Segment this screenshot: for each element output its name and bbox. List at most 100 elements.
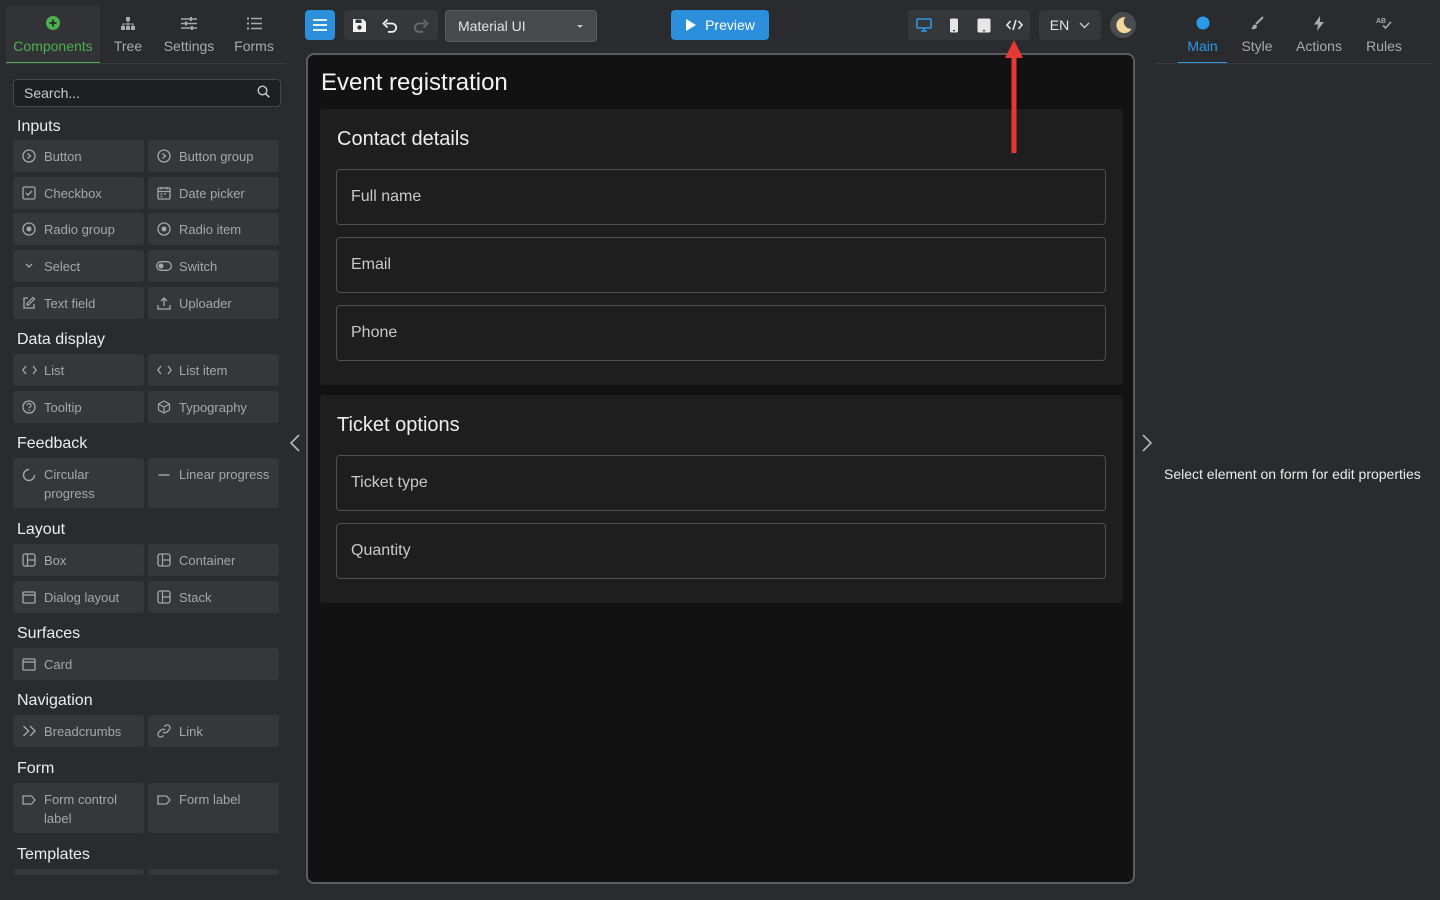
component-button[interactable]: Button — [13, 140, 144, 172]
component-form-control-label-label: Form control label — [44, 792, 117, 826]
field-label: Ticket type — [351, 474, 428, 491]
svg-text:AB: AB — [1376, 18, 1386, 25]
card-ticket-options[interactable]: Ticket options Ticket type Quantity — [320, 395, 1123, 603]
radio-icon — [156, 221, 172, 237]
tree-icon — [121, 12, 135, 34]
tab-settings-label: Settings — [163, 38, 215, 54]
component-tooltip[interactable]: Tooltip — [13, 391, 144, 423]
undo-button[interactable] — [375, 10, 405, 40]
component-container-label: Container — [179, 552, 236, 568]
ui-theme-select[interactable]: Material UI — [445, 10, 597, 42]
layout-icon — [156, 589, 172, 605]
component-text-field-label: Text field — [44, 295, 96, 311]
component-breadcrumbs[interactable]: Breadcrumbs — [13, 715, 144, 747]
component-switch[interactable]: Switch — [148, 250, 279, 282]
component-checkbox[interactable]: Checkbox — [13, 177, 144, 209]
tab-rules[interactable]: AB Rules — [1362, 6, 1406, 64]
card-title: Contact details — [337, 128, 470, 150]
phone-field[interactable]: Phone — [336, 305, 1106, 361]
label-tag-icon — [21, 792, 37, 808]
tab-tree[interactable]: Tree — [100, 6, 156, 64]
save-button[interactable] — [344, 10, 374, 40]
component-list[interactable]: List — [13, 354, 144, 386]
component-list-item[interactable]: List item — [148, 354, 279, 386]
component-date-picker[interactable]: Date picker — [148, 177, 279, 209]
search-icon — [257, 85, 270, 101]
chevron-down-icon — [1079, 22, 1090, 28]
component-stack[interactable]: Stack — [148, 581, 279, 613]
play-icon — [686, 19, 697, 31]
template-item[interactable] — [13, 869, 144, 875]
quantity-field[interactable]: Quantity — [336, 523, 1106, 579]
calendar-icon — [156, 185, 172, 201]
ticket-type-field[interactable]: Ticket type — [336, 455, 1106, 511]
language-select[interactable]: EN — [1039, 10, 1101, 40]
collapse-left-panel-button[interactable] — [288, 432, 304, 454]
tab-main-label: Main — [1187, 38, 1218, 54]
code-view-button[interactable] — [999, 10, 1029, 40]
component-radio-group[interactable]: Radio group — [13, 213, 144, 245]
tab-settings[interactable]: Settings — [156, 6, 222, 64]
component-button-label: Button — [44, 148, 82, 164]
chevron-down-icon — [21, 258, 37, 274]
spinner-icon — [21, 467, 37, 483]
properties-panel-tabs: Main Style Actions AB Rules — [1156, 6, 1434, 64]
tab-components-label: Components — [13, 38, 93, 54]
component-box-label: Box — [44, 552, 67, 568]
component-list-item-label: List item — [179, 362, 228, 378]
template-item[interactable] — [148, 869, 279, 875]
component-button-group-label: Button group — [179, 148, 254, 164]
component-typography-label: Typography — [179, 399, 247, 415]
redo-button[interactable] — [406, 10, 436, 40]
link-icon — [156, 723, 172, 739]
lightning-icon — [1314, 12, 1324, 34]
component-search-input[interactable]: Search... — [13, 79, 281, 107]
language-value: EN — [1049, 17, 1070, 33]
section-surfaces-title: Surfaces — [17, 625, 81, 642]
component-button-group[interactable]: Button group — [148, 140, 279, 172]
save-icon — [352, 18, 366, 32]
component-link[interactable]: Link — [148, 715, 279, 747]
component-linear-progress[interactable]: Linear progress — [148, 458, 279, 508]
desktop-view-button[interactable] — [909, 10, 939, 40]
email-field[interactable]: Email — [336, 237, 1106, 293]
preview-button[interactable]: Preview — [671, 10, 769, 40]
component-container[interactable]: Container — [148, 544, 279, 576]
component-circular-progress[interactable]: Circular progress — [13, 458, 144, 508]
window-icon — [21, 656, 37, 672]
tab-actions[interactable]: Actions — [1293, 6, 1345, 64]
sliders-icon — [181, 12, 197, 34]
hamburger-icon — [313, 19, 327, 31]
form-canvas[interactable]: Event registration Contact details Full … — [306, 53, 1135, 884]
code-brackets-icon — [156, 362, 172, 378]
minus-icon — [156, 467, 172, 483]
component-select[interactable]: Select — [13, 250, 144, 282]
component-box[interactable]: Box — [13, 544, 144, 576]
component-form-control-label[interactable]: Form control label — [13, 783, 144, 833]
component-text-field[interactable]: Text field — [13, 287, 144, 319]
redo-icon — [413, 18, 429, 33]
dark-mode-toggle[interactable] — [1110, 12, 1136, 38]
menu-button[interactable] — [305, 10, 335, 40]
tab-components[interactable]: Components — [6, 6, 100, 64]
left-tabs-divider — [6, 63, 286, 64]
component-typography[interactable]: Typography — [148, 391, 279, 423]
component-form-label[interactable]: Form label — [148, 783, 279, 833]
tab-main[interactable]: Main — [1178, 6, 1227, 64]
component-uploader[interactable]: Uploader — [148, 287, 279, 319]
component-card[interactable]: Card — [13, 648, 279, 680]
window-icon — [21, 589, 37, 605]
mobile-view-button[interactable] — [939, 10, 969, 40]
tab-forms[interactable]: Forms — [222, 6, 286, 64]
collapse-right-panel-button[interactable] — [1138, 432, 1154, 454]
tab-style[interactable]: Style — [1234, 6, 1280, 64]
undo-icon — [382, 18, 398, 33]
component-dialog-layout-label: Dialog layout — [44, 589, 120, 605]
component-radio-item[interactable]: Radio item — [148, 213, 279, 245]
full-name-field[interactable]: Full name — [336, 169, 1106, 225]
annotation-arrow — [1003, 38, 1025, 156]
tablet-view-button[interactable] — [969, 10, 999, 40]
component-dialog-layout[interactable]: Dialog layout — [13, 581, 144, 613]
tab-actions-label: Actions — [1296, 38, 1342, 54]
code-view-icon — [1005, 19, 1023, 31]
